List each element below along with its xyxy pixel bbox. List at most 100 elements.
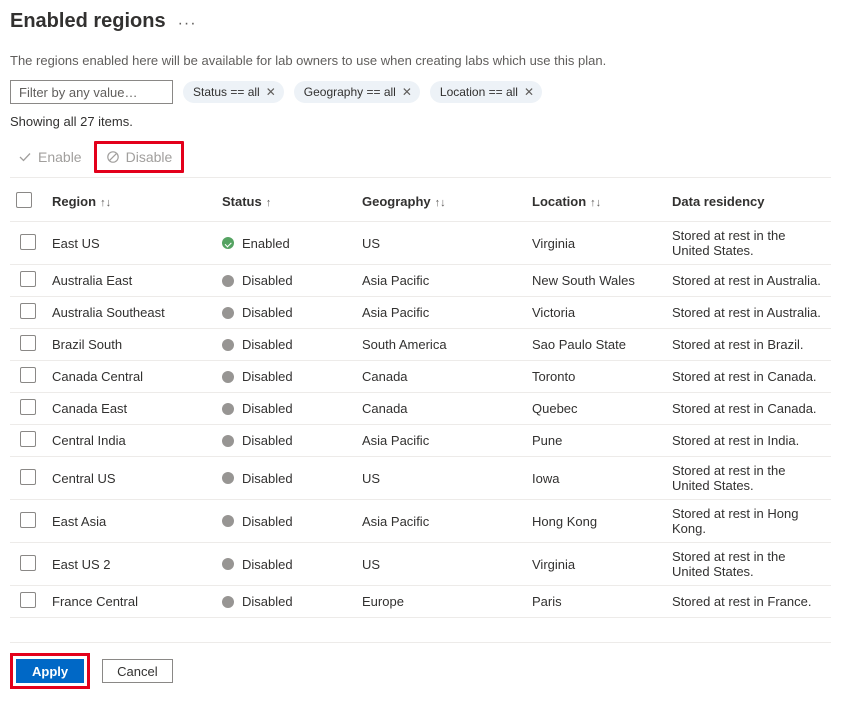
status-disabled-icon bbox=[222, 472, 234, 484]
row-checkbox[interactable] bbox=[20, 234, 36, 250]
column-header-geography[interactable]: Geography↑↓ bbox=[356, 182, 526, 222]
disable-button[interactable]: Disable bbox=[98, 145, 181, 169]
cell-region: Central US bbox=[46, 457, 216, 500]
cell-geography: Asia Pacific bbox=[356, 425, 526, 457]
cell-location: Victoria bbox=[526, 297, 666, 329]
regions-table: Region↑↓ Status↑ Geography↑↓ Location↑↓ … bbox=[10, 182, 831, 618]
apply-button[interactable]: Apply bbox=[16, 659, 84, 683]
row-checkbox[interactable] bbox=[20, 335, 36, 351]
cell-location: Virginia bbox=[526, 543, 666, 586]
cell-status: Disabled bbox=[242, 594, 293, 609]
enable-label: Enable bbox=[38, 149, 82, 165]
sort-icon: ↑↓ bbox=[100, 197, 111, 209]
cell-region: East Asia bbox=[46, 500, 216, 543]
cell-status: Disabled bbox=[242, 471, 293, 486]
close-icon[interactable]: ✕ bbox=[402, 85, 412, 99]
table-row[interactable]: East USEnabledUSVirginiaStored at rest i… bbox=[10, 222, 831, 265]
cell-geography: Asia Pacific bbox=[356, 265, 526, 297]
status-disabled-icon bbox=[222, 435, 234, 447]
table-row[interactable]: France CentralDisabledEuropeParisStored … bbox=[10, 586, 831, 618]
cell-geography: South America bbox=[356, 329, 526, 361]
check-icon bbox=[18, 150, 32, 164]
cell-location: Iowa bbox=[526, 457, 666, 500]
more-menu-button[interactable]: ··· bbox=[178, 16, 197, 32]
column-header-location[interactable]: Location↑↓ bbox=[526, 182, 666, 222]
column-header-region[interactable]: Region↑↓ bbox=[46, 182, 216, 222]
column-header-status[interactable]: Status↑ bbox=[216, 182, 356, 222]
cell-region: Brazil South bbox=[46, 329, 216, 361]
cell-region: Canada East bbox=[46, 393, 216, 425]
cell-region: East US 2 bbox=[46, 543, 216, 586]
table-row[interactable]: East US 2DisabledUSVirginiaStored at res… bbox=[10, 543, 831, 586]
cell-geography: US bbox=[356, 457, 526, 500]
cell-residency: Stored at rest in Canada. bbox=[666, 361, 831, 393]
cell-location: Sao Paulo State bbox=[526, 329, 666, 361]
table-row[interactable]: Central IndiaDisabledAsia PacificPuneSto… bbox=[10, 425, 831, 457]
cell-residency: Stored at rest in Australia. bbox=[666, 265, 831, 297]
cell-residency: Stored at rest in France. bbox=[666, 586, 831, 618]
close-icon[interactable]: ✕ bbox=[266, 85, 276, 99]
cell-location: Hong Kong bbox=[526, 500, 666, 543]
cell-residency: Stored at rest in India. bbox=[666, 425, 831, 457]
row-checkbox[interactable] bbox=[20, 367, 36, 383]
filter-row: Status == all✕Geography == all✕Location … bbox=[10, 80, 831, 104]
table-row[interactable]: Australia East Disabled Asia PacificNew So… bbox=[10, 265, 831, 297]
table-row[interactable]: Brazil SouthDisabledSouth AmericaSao Pau… bbox=[10, 329, 831, 361]
disable-label: Disable bbox=[126, 149, 173, 165]
cell-status: Disabled bbox=[242, 305, 293, 320]
sort-icon: ↑↓ bbox=[435, 197, 446, 209]
filter-pill-label: Location == all bbox=[440, 85, 518, 99]
status-disabled-icon bbox=[222, 515, 234, 527]
close-icon[interactable]: ✕ bbox=[524, 85, 534, 99]
cell-region: East US bbox=[46, 222, 216, 265]
items-count: Showing all 27 items. bbox=[10, 114, 831, 129]
cell-location: Virginia bbox=[526, 222, 666, 265]
cell-status: Enabled bbox=[242, 236, 290, 251]
filter-pill[interactable]: Location == all ✕ bbox=[430, 81, 542, 103]
cell-region: Australia East bbox=[46, 265, 216, 297]
cell-status: Disabled bbox=[242, 369, 293, 384]
row-checkbox[interactable] bbox=[20, 399, 36, 415]
cell-residency: Stored at rest in Australia. bbox=[666, 297, 831, 329]
table-row[interactable]: Central US Disabled USIowaStored at rest i… bbox=[10, 457, 831, 500]
filter-input[interactable] bbox=[10, 80, 173, 104]
row-checkbox[interactable] bbox=[20, 555, 36, 571]
cell-residency: Stored at rest in the United States. bbox=[666, 222, 831, 265]
cell-geography: Canada bbox=[356, 361, 526, 393]
cell-status: Disabled bbox=[242, 273, 293, 288]
row-checkbox[interactable] bbox=[20, 303, 36, 319]
cell-residency: Stored at rest in Canada. bbox=[666, 393, 831, 425]
table-row[interactable]: Canada CentralDisabledCanadaTorontoStore… bbox=[10, 361, 831, 393]
cell-status: Disabled bbox=[242, 557, 293, 572]
column-header-residency[interactable]: Data residency bbox=[666, 182, 831, 222]
row-checkbox[interactable] bbox=[20, 431, 36, 447]
cell-geography: Europe bbox=[356, 586, 526, 618]
filter-pill[interactable]: Status == all✕ bbox=[183, 81, 284, 103]
cell-residency: Stored at rest in the United States. bbox=[666, 457, 831, 500]
filter-pill[interactable]: Geography == all ✕ bbox=[294, 81, 420, 103]
cell-status: Disabled bbox=[242, 433, 293, 448]
row-checkbox[interactable] bbox=[20, 469, 36, 485]
table-row[interactable]: Australia SoutheastDisabledAsia PacificV… bbox=[10, 297, 831, 329]
row-checkbox[interactable] bbox=[20, 592, 36, 608]
cell-location: Toronto bbox=[526, 361, 666, 393]
prohibit-icon bbox=[106, 150, 120, 164]
status-disabled-icon bbox=[222, 596, 234, 608]
cell-location: Quebec bbox=[526, 393, 666, 425]
table-row[interactable]: Canada East Disabled CanadaQuebecStored at… bbox=[10, 393, 831, 425]
cell-geography: Canada bbox=[356, 393, 526, 425]
page-description: The regions enabled here will be availab… bbox=[10, 53, 831, 68]
enable-button[interactable]: Enable bbox=[10, 145, 90, 169]
table-row[interactable]: East AsiaDisabledAsia PacificHong KongSt… bbox=[10, 500, 831, 543]
cell-status: Disabled bbox=[242, 401, 293, 416]
cell-location: New South Wales bbox=[526, 265, 666, 297]
row-checkbox[interactable] bbox=[20, 271, 36, 287]
select-all-checkbox[interactable] bbox=[16, 192, 32, 208]
cell-region: Central India bbox=[46, 425, 216, 457]
cell-location: Paris bbox=[526, 586, 666, 618]
row-checkbox[interactable] bbox=[20, 512, 36, 528]
cancel-button[interactable]: Cancel bbox=[102, 659, 172, 683]
status-enabled-icon bbox=[222, 237, 234, 249]
cell-residency: Stored at rest in Hong Kong. bbox=[666, 500, 831, 543]
filter-pill-label: Geography == all bbox=[304, 85, 396, 99]
